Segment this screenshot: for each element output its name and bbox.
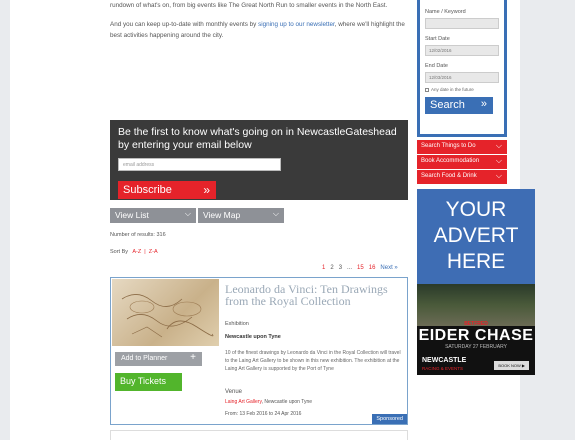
search-food-drink-button[interactable]: Search Food & Drink ⌵	[417, 170, 507, 184]
advert-text: YOUR ADVERT HERE	[417, 189, 535, 275]
page-3-link[interactable]: 3	[339, 265, 342, 271]
page-ellipsis: ...	[347, 265, 353, 271]
venue-city: , Newcastle upon Tyne	[261, 399, 313, 405]
event-card: Add to Planner + Buy Tickets Leonardo da…	[110, 277, 408, 425]
sort-controls: Sort By A-Z | Z-A	[110, 249, 158, 255]
view-tabs: View List ⌵ View Map ⌵	[110, 208, 284, 223]
tab-view-map[interactable]: View Map ⌵	[198, 208, 284, 223]
advert-banner[interactable]: YOUR ADVERT HERE BETFRED EIDER CHASE SAT…	[417, 189, 535, 375]
page-2-link[interactable]: 2	[330, 265, 333, 271]
tab-label: View List	[115, 210, 149, 220]
book-now-button[interactable]: BOOK NOW ▶	[494, 361, 529, 370]
start-date-input[interactable]: 12/02/2016	[425, 45, 499, 56]
chevron-down-icon: ⌵	[184, 209, 191, 218]
newsletter-signup-box: Be the first to know what's going on in …	[110, 120, 408, 200]
button-label: Book Accommodation	[421, 158, 480, 164]
advert-line-3: HERE	[446, 250, 506, 273]
arrow-right-icon: »	[203, 183, 210, 197]
planner-label: Add to Planner	[121, 355, 168, 362]
email-field[interactable]: email address	[118, 158, 281, 171]
sponsored-badge: Sponsored	[372, 414, 407, 424]
page-1-link[interactable]: 1	[322, 265, 325, 271]
search-button[interactable]: Search »	[425, 97, 493, 114]
page-15-link[interactable]: 15	[357, 265, 364, 271]
button-label: Search Things to Do	[421, 143, 476, 149]
intro-text-start: And you can keep up-to-date with monthly…	[110, 21, 259, 28]
pagination: 1 2 3 ... 15 16 Next »	[322, 265, 398, 271]
sort-za-link[interactable]: Z-A	[149, 249, 158, 255]
add-to-planner-button[interactable]: Add to Planner +	[115, 352, 202, 366]
ad-event-title: EIDER CHASE	[418, 327, 534, 344]
keyword-input[interactable]	[425, 18, 499, 29]
horse-racing-photo	[417, 284, 535, 326]
venue-heading: Venue	[225, 389, 243, 395]
checkbox[interactable]	[425, 87, 429, 92]
event-title[interactable]: Leonardo da Vinci: Ten Drawings from the…	[225, 283, 405, 307]
button-label: Search Food & Drink	[421, 173, 477, 179]
advert-line-2: ADVERT	[433, 224, 519, 247]
keyword-label: Name / Keyword	[425, 9, 466, 15]
ad-event-date: SATURDAY 27 FEBRUARY	[445, 344, 507, 350]
results-count: Number of results: 316	[110, 232, 166, 238]
book-accommodation-button[interactable]: Book Accommodation ⌵	[417, 155, 507, 169]
chevron-down-icon: ⌵	[272, 209, 279, 218]
eider-chase-ad[interactable]: BETFRED EIDER CHASE SATURDAY 27 FEBRUARY…	[417, 284, 535, 375]
signup-title: Be the first to know what's going on in …	[118, 126, 397, 151]
page: rundown of what's on, from big events li…	[10, 0, 535, 440]
buy-tickets-button[interactable]: Buy Tickets	[115, 373, 182, 391]
venue-link[interactable]: Laing Art Gallery	[225, 399, 262, 405]
intro-paragraph-1: rundown of what's on, from big events li…	[110, 2, 388, 9]
end-date-label: End Date	[425, 63, 448, 69]
drawing-sketch-image	[121, 294, 214, 338]
tab-label: View Map	[203, 210, 241, 220]
venue-info: Laing Art Gallery, Newcastle upon Tyne	[225, 399, 312, 405]
next-page-link[interactable]: Next »	[380, 265, 397, 271]
intro-paragraph-2: And you can keep up-to-date with monthly…	[110, 19, 410, 41]
event-description: 10 of the finest drawings by Leonardo da…	[225, 350, 401, 372]
chevron-down-icon: ⌵	[495, 141, 502, 150]
arrow-right-icon: »	[480, 98, 487, 110]
newsletter-link[interactable]: signing up to our newsletter	[258, 21, 335, 28]
any-date-option[interactable]: Any date in the future	[425, 87, 500, 92]
sort-az-link[interactable]: A-Z	[132, 249, 141, 255]
sort-label: Sort By	[110, 249, 129, 255]
page-16-link[interactable]: 16	[369, 265, 376, 271]
next-event-card	[110, 430, 408, 440]
advert-line-1: YOUR	[445, 198, 507, 221]
main-column: rundown of what's on, from big events li…	[110, 0, 410, 440]
search-box: Name / Keyword Start Date 12/02/2016 End…	[417, 0, 507, 137]
event-dates: From: 13 Feb 2016 to 24 Apr 2016	[225, 411, 302, 417]
tab-view-list[interactable]: View List ⌵	[110, 208, 196, 223]
chevron-down-icon: ⌵	[495, 156, 502, 165]
start-date-label: Start Date	[425, 36, 450, 42]
chevron-down-icon: ⌵	[495, 171, 502, 180]
subscribe-button[interactable]: Subscribe »	[118, 181, 216, 199]
intro-text: rundown of what's on, from big events li…	[110, 0, 410, 41]
ad-brand: NEWCASTLE	[422, 357, 467, 364]
plus-icon: +	[190, 352, 196, 363]
any-date-label: Any date in the future	[431, 87, 474, 92]
ad-tagline: RACING & EVENTS	[422, 366, 464, 371]
event-thumbnail[interactable]	[112, 279, 219, 346]
event-category: Exhibition	[225, 321, 249, 327]
subscribe-label: Subscribe	[123, 184, 172, 196]
event-location: Newcastle upon Tyne	[225, 334, 281, 340]
end-date-input[interactable]: 12/03/2016	[425, 72, 499, 83]
search-things-to-do-button[interactable]: Search Things to Do ⌵	[417, 140, 507, 154]
search-button-label: Search	[430, 99, 465, 111]
sort-separator: |	[144, 249, 146, 255]
